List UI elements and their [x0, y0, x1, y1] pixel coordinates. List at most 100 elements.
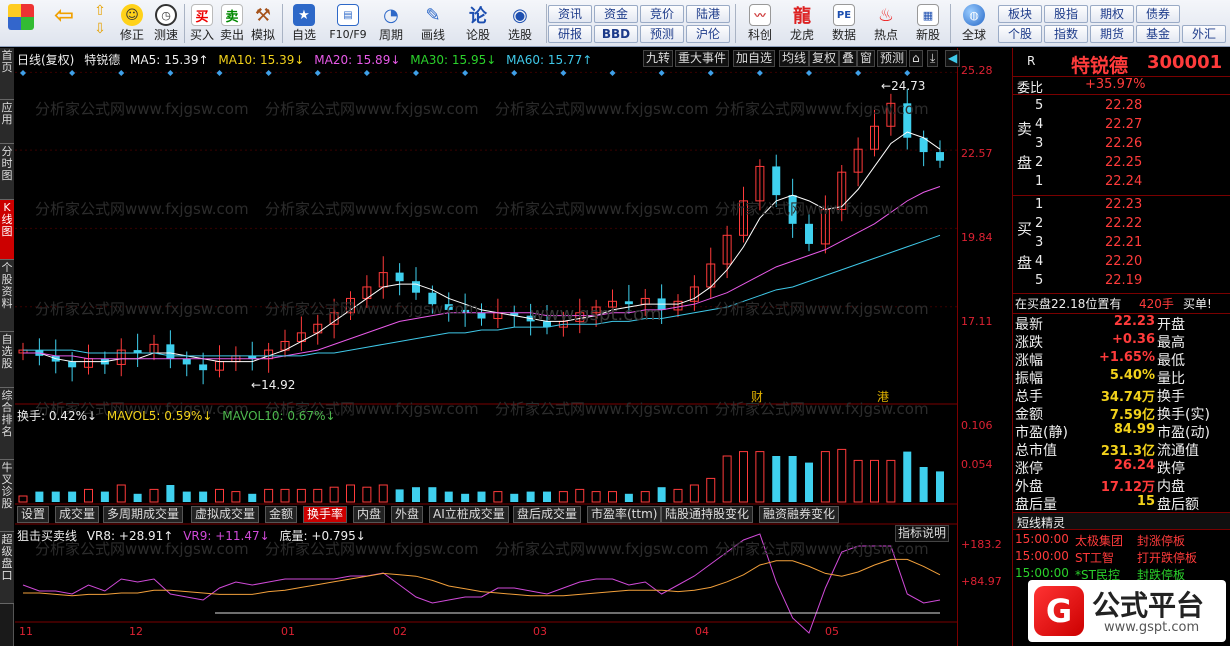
buy-level-row[interactable]: 1 22.23: [1013, 197, 1230, 215]
global-button[interactable]: ◍ 全球: [954, 2, 994, 45]
buy-button[interactable]: 买 买入: [188, 2, 216, 45]
event-diamond-icon: [20, 70, 26, 76]
volume-bar: [199, 491, 208, 502]
subtab-margin[interactable]: 融资融券变化: [759, 506, 840, 523]
news-tab[interactable]: 资讯: [548, 5, 592, 23]
hotspot-button[interactable]: ♨ 热点: [866, 2, 906, 45]
indicator-header: 狙击买卖线 VR8: +28.91↑ VR9: +11.47↓ 底量: +0.7…: [17, 527, 372, 544]
stat-key: 金额: [1015, 407, 1043, 423]
auction-tab[interactable]: 竞价: [640, 5, 684, 23]
event-marker-financial[interactable]: 财: [751, 388, 763, 405]
up-down-button[interactable]: ⇧ ⇩: [88, 2, 112, 45]
cycle-icon: ◔: [383, 4, 399, 26]
lefttab-ranking[interactable]: 综合排名: [0, 388, 14, 460]
buy-level-row[interactable]: 4 22.20: [1013, 254, 1230, 272]
dragon-tiger-button[interactable]: 龍 龙虎: [782, 2, 822, 45]
lefttab-home[interactable]: 首页: [0, 48, 14, 100]
subtab-outer[interactable]: 外盘: [391, 506, 424, 523]
candle-body: [68, 361, 77, 368]
indicator-tick: +183.2: [961, 538, 1002, 551]
stock-index-tab[interactable]: 股指: [1044, 5, 1088, 23]
ma-line-ma60: [23, 234, 941, 357]
volume-bar: [248, 493, 257, 502]
bbd-tab[interactable]: BBD: [594, 25, 638, 43]
volume-bar: [837, 448, 847, 503]
event-marker-hk[interactable]: 港: [877, 388, 889, 405]
short-spirit-item[interactable]: 15:00:00 ST工智 打开跌停板: [1013, 549, 1230, 567]
stat-value: 26.24: [1113, 458, 1155, 473]
subtab-connect-holding[interactable]: 陆股通持股变化: [661, 506, 754, 523]
draw-line-button[interactable]: ✎ 画线: [414, 2, 452, 45]
research-tab[interactable]: 研报: [548, 25, 592, 43]
apps-grid-button[interactable]: [6, 2, 36, 45]
down-arrows-icon: ⇩: [94, 21, 106, 37]
lefttab-diagnose[interactable]: 牛叉诊股: [0, 460, 14, 532]
forex-tab[interactable]: 外汇: [1182, 25, 1226, 43]
forecast-tab[interactable]: 预测: [640, 25, 684, 43]
lefttab-apps[interactable]: 应用: [0, 100, 14, 144]
buy-level-row[interactable]: 5 22.19: [1013, 273, 1230, 291]
subtab-volume[interactable]: 成交量: [55, 506, 100, 523]
event-diamond-icon: [363, 70, 370, 76]
funds-tab[interactable]: 资金: [594, 5, 638, 23]
order-notice: 在买盘22.18位置有 420手 买单!: [1013, 293, 1230, 311]
subtab-pe-ttm[interactable]: 市盈率(ttm): [587, 506, 662, 523]
fund-tab[interactable]: 基金: [1136, 25, 1180, 43]
subtab-settings[interactable]: 设置: [17, 506, 50, 523]
hk-connect-tab[interactable]: 陆港: [686, 5, 730, 23]
data-button[interactable]: PE 数据: [824, 2, 864, 45]
watchlist-button[interactable]: ★ 自选: [286, 2, 322, 45]
lefttab-orderbook[interactable]: 超级盘口: [0, 532, 14, 604]
subtab-amount[interactable]: 金额: [265, 506, 298, 523]
subtab-turnover[interactable]: 换手率: [303, 506, 348, 523]
kline-chart-area[interactable]: 日线(复权) 特锐德 MA5: 15.39↑ MA10: 15.39↓ MA20…: [15, 48, 1011, 646]
subtab-multi-volume[interactable]: 多周期成交量: [103, 506, 184, 523]
discuss-button[interactable]: 论 论股: [460, 2, 496, 45]
short-time: 15:00:00: [1015, 566, 1069, 580]
level-price: 22.22: [1105, 216, 1143, 231]
sell-level-row[interactable]: 3 22.26: [1013, 136, 1230, 154]
subtab-inner[interactable]: 内盘: [353, 506, 386, 523]
period-button[interactable]: ◔ 周期: [372, 2, 410, 45]
buy-icon: 买: [191, 4, 213, 26]
sell-level-row[interactable]: 4 22.27: [1013, 117, 1230, 135]
sector-tab[interactable]: 板块: [998, 5, 1042, 23]
sell-level-row[interactable]: 2 22.25: [1013, 155, 1230, 173]
sell-level-row[interactable]: 1 22.24: [1013, 174, 1230, 192]
bonds-tab[interactable]: 债券: [1136, 5, 1180, 23]
options-tab[interactable]: 期权: [1090, 5, 1134, 23]
stat-row: 涨停 26.24 跌停: [1013, 458, 1230, 477]
subtab-ai-volume[interactable]: AI立桩成交量: [429, 506, 509, 523]
event-diamond-icon: [413, 70, 419, 76]
price-tick: 19.84: [961, 231, 993, 244]
lefttab-profile[interactable]: 个股资料: [0, 260, 14, 332]
subtab-after-hours[interactable]: 盘后成交量: [513, 506, 582, 523]
lefttab-kline[interactable]: K线图: [0, 200, 14, 260]
back-button[interactable]: ⇦: [48, 1, 80, 45]
futures-tab[interactable]: 期货: [1090, 25, 1134, 43]
indicator-help-button[interactable]: 指标说明: [895, 525, 950, 542]
lefttab-watchlist[interactable]: 自选股: [0, 332, 14, 388]
volume-bar: [116, 484, 126, 503]
speedtest-button[interactable]: ◷ 测速: [150, 2, 182, 45]
select-stock-button[interactable]: ◉ 选股: [500, 2, 540, 45]
subtab-virtual-volume[interactable]: 虚拟成交量: [191, 506, 260, 523]
sell-button[interactable]: 卖 卖出: [218, 2, 246, 45]
stock-tab[interactable]: 个股: [998, 25, 1042, 43]
level-price: 22.20: [1105, 254, 1143, 269]
fix-button[interactable]: ☺ 修正: [116, 2, 148, 45]
shanghai-london-tab[interactable]: 沪伦: [686, 25, 730, 43]
notice-action: 买单!: [1183, 297, 1212, 311]
talk-icon: 论: [469, 6, 487, 27]
ipo-button[interactable]: ▦ 新股: [908, 2, 948, 45]
x-axis-label: 03: [533, 625, 547, 638]
short-spirit-item[interactable]: 15:00:00 太极集团 封涨停板: [1013, 532, 1230, 550]
index-tab[interactable]: 指数: [1044, 25, 1088, 43]
lefttab-intraday[interactable]: 分时图: [0, 144, 14, 200]
star-market-button[interactable]: 〰 科创: [740, 2, 780, 45]
buy-level-row[interactable]: 2 22.22: [1013, 216, 1230, 234]
sell-level-row[interactable]: 5 22.28: [1013, 98, 1230, 116]
buy-level-row[interactable]: 3 22.21: [1013, 235, 1230, 253]
simulate-button[interactable]: ⚒ 模拟: [248, 2, 278, 45]
f10-button[interactable]: ▤ F10/F9: [326, 2, 370, 45]
